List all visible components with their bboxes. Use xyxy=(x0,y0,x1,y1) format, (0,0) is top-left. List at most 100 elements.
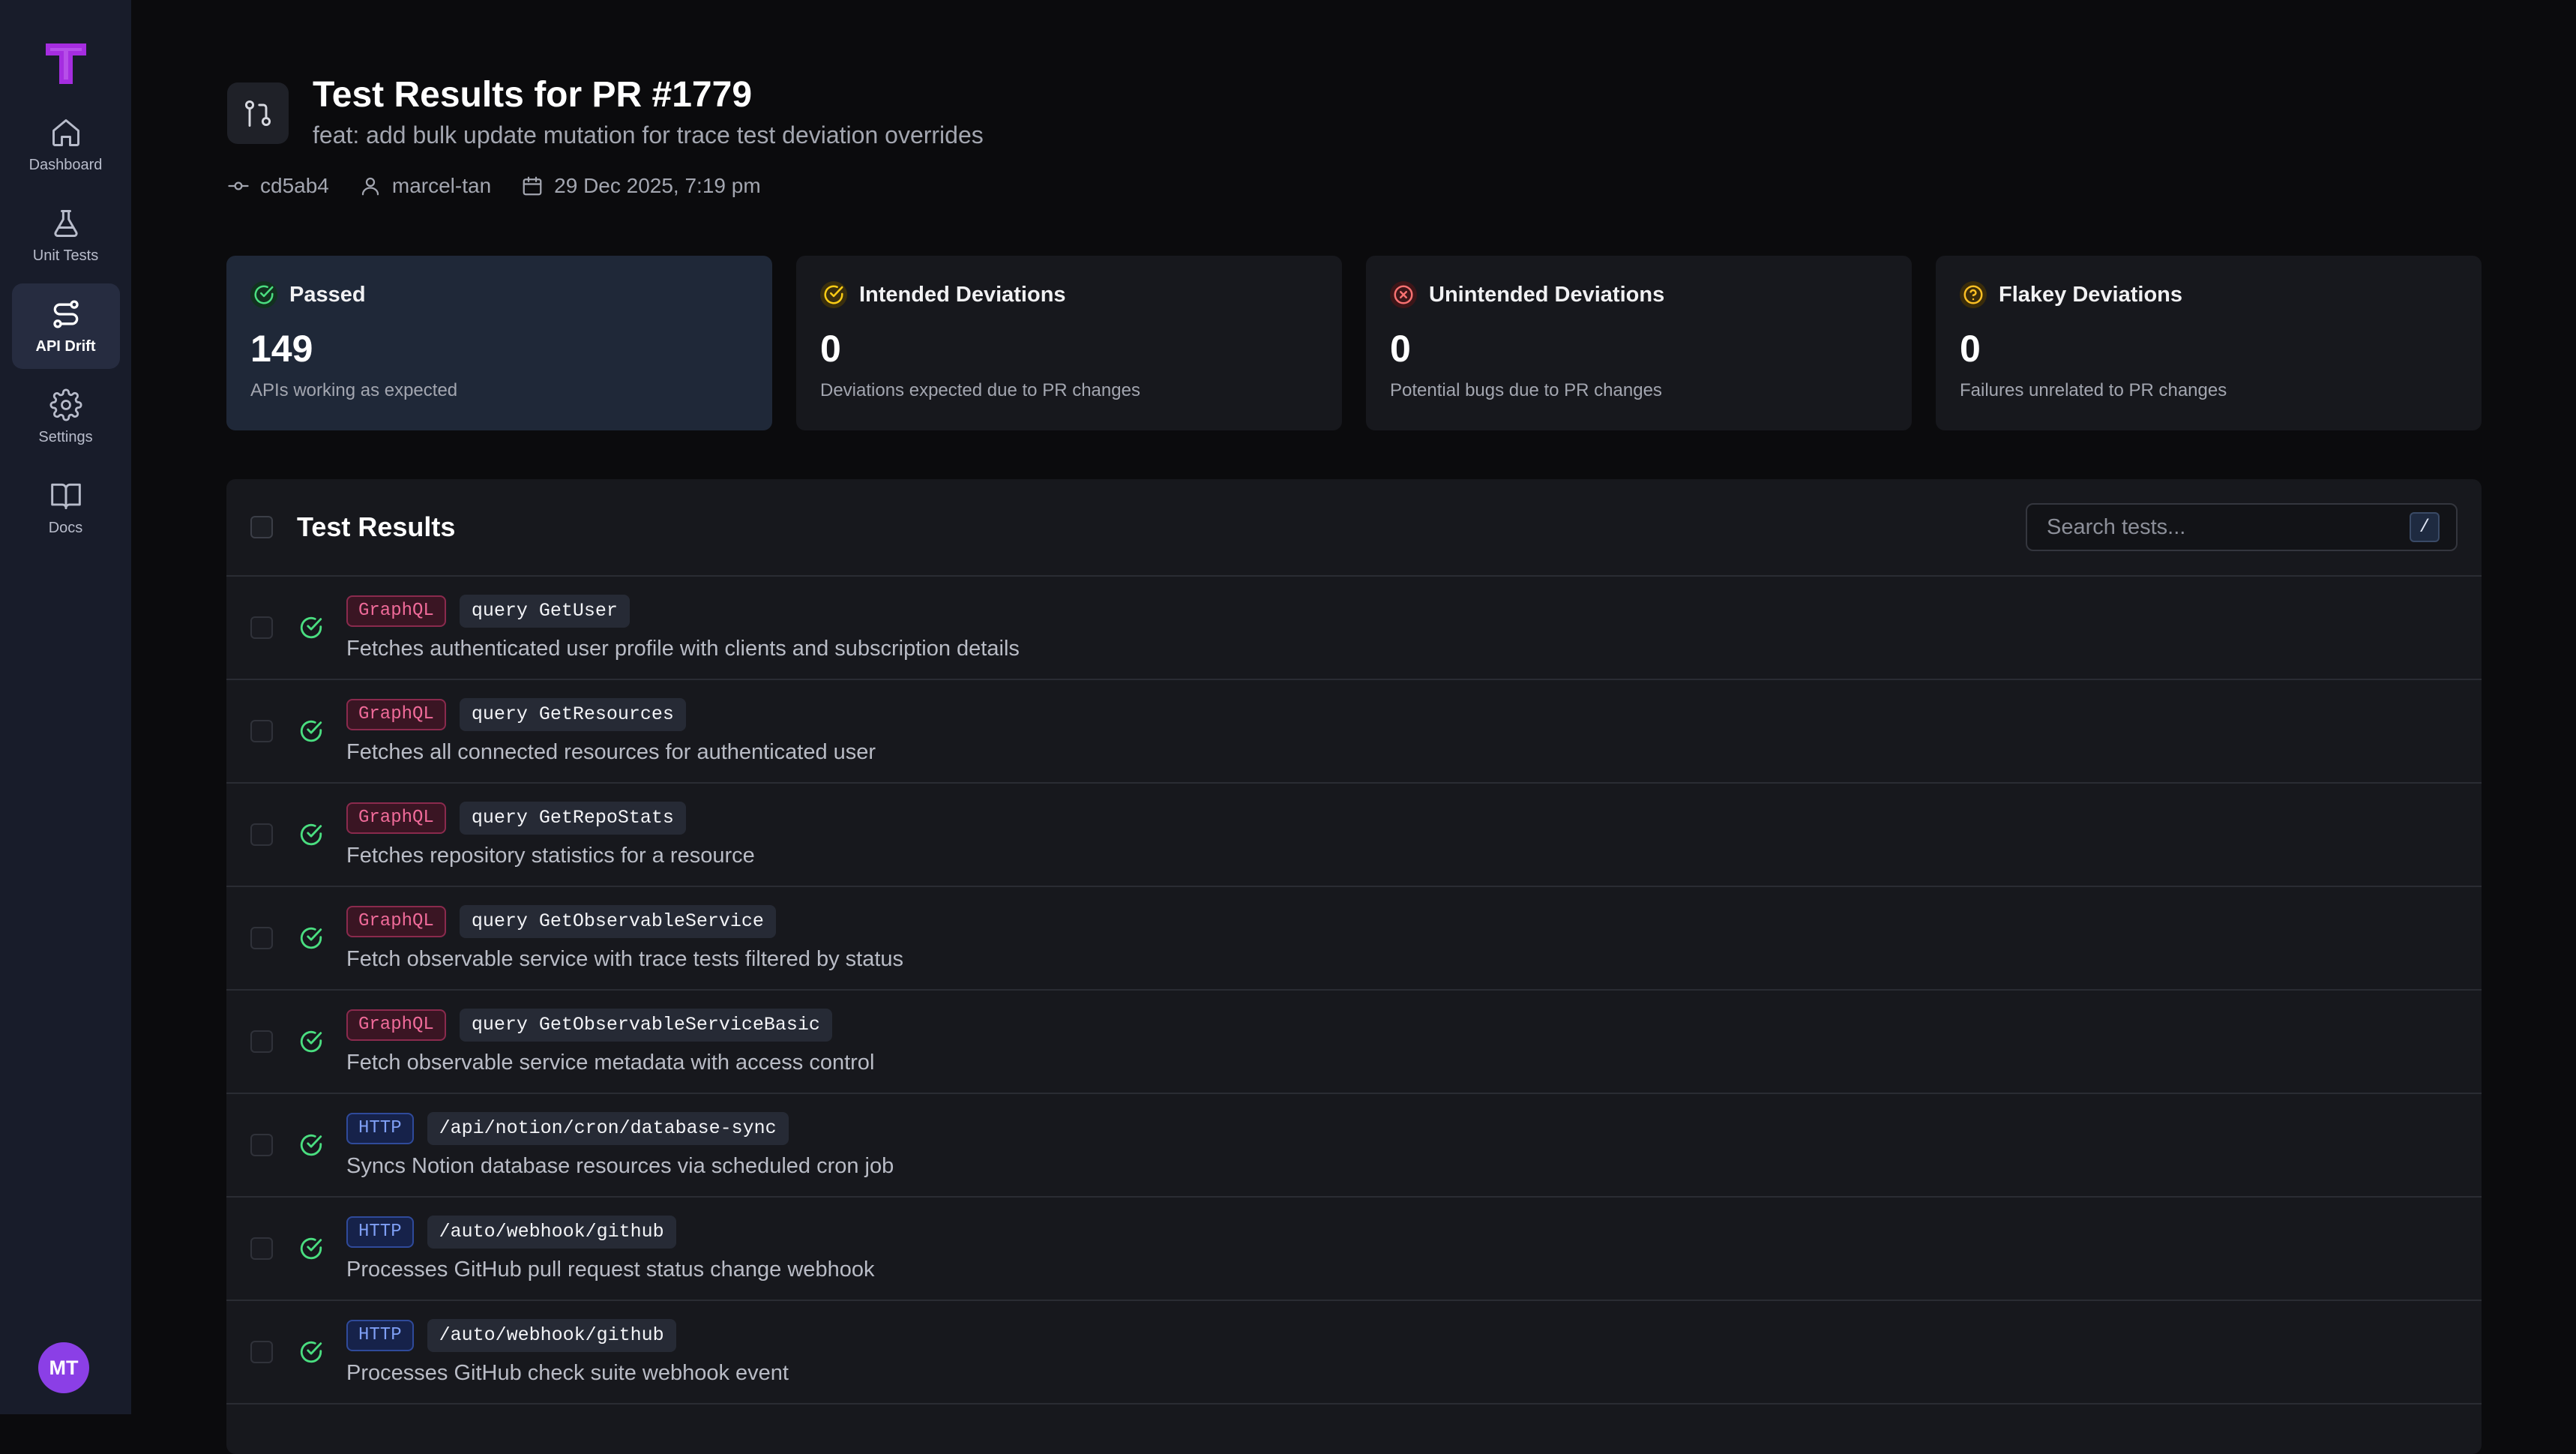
sidebar-item-label: Unit Tests xyxy=(32,247,99,264)
table-row[interactable]: GraphQL query GetRepoStats Fetches reposit… xyxy=(226,784,2482,887)
commit-hash: cd5ab4 xyxy=(260,174,329,197)
operation-badge: query GetUser xyxy=(459,594,630,628)
row-checkbox[interactable] xyxy=(250,616,273,639)
search-input[interactable] xyxy=(2045,514,2410,541)
stat-value: 0 xyxy=(1390,328,1411,370)
row-tags: HTTP/api/notion/cron/database-sync xyxy=(346,1111,894,1145)
row-tags: GraphQL query GetRepoStats xyxy=(346,801,755,835)
row-body: GraphQL query GetObservableService Fetch o… xyxy=(346,904,903,972)
page-header: Test Results for PR #1779 feat: add bulk… xyxy=(227,72,984,149)
row-checkbox[interactable] xyxy=(250,1134,273,1156)
title-block: Test Results for PR #1779 feat: add bulk… xyxy=(313,72,984,149)
home-icon xyxy=(52,118,79,146)
table-row[interactable]: GraphQL query GetObservableService Fetch o… xyxy=(226,887,2482,991)
row-tags: HTTP/auto/webhook/github xyxy=(346,1318,789,1352)
search-shortcut-key: / xyxy=(2410,512,2440,542)
commit-meta: cd5ab4 xyxy=(227,174,329,198)
stat-title: Flakey Deviations xyxy=(1999,282,2182,307)
stat-title: Passed xyxy=(289,282,366,307)
row-description: Fetches all connected resources for auth… xyxy=(346,739,876,764)
table-row[interactable]: GraphQL query GetResources Fetches all con… xyxy=(226,680,2482,784)
check-circle-icon xyxy=(300,823,322,846)
row-checkbox[interactable] xyxy=(250,1030,273,1053)
row-body: GraphQL query GetUser Fetches authenticate… xyxy=(346,594,1020,661)
sidebar-item-docs[interactable]: Docs xyxy=(12,465,120,550)
stat-value: 0 xyxy=(1960,328,1981,370)
pull-request-icon-box xyxy=(227,82,289,144)
stat-title: Intended Deviations xyxy=(859,282,1066,307)
check-circle-icon xyxy=(300,616,322,639)
row-checkbox[interactable] xyxy=(250,720,273,742)
main-content: Test Results for PR #1779 feat: add bulk… xyxy=(131,0,2576,1454)
protocol-badge: GraphQL xyxy=(346,595,446,627)
pr-meta: cd5ab4 marcel-tan 29 Dec 2025, 7:19 pm xyxy=(227,174,761,198)
stat-header: Flakey Deviations xyxy=(1960,281,2458,308)
sidebar-item-dashboard[interactable]: Dashboard xyxy=(12,102,120,187)
table-row[interactable]: GraphQL query GetUser Fetches authenticate… xyxy=(226,577,2482,680)
stat-value: 0 xyxy=(820,328,841,370)
stat-header: Passed xyxy=(250,281,748,308)
search-box[interactable]: / xyxy=(2026,503,2458,551)
sidebar-item-label: API Drift xyxy=(35,337,96,355)
row-checkbox[interactable] xyxy=(250,1341,273,1363)
stat-description: Deviations expected due to PR changes xyxy=(820,380,1140,400)
page-title: Test Results for PR #1779 xyxy=(313,75,753,115)
results-list: GraphQL query GetUser Fetches authenticate… xyxy=(226,577,2482,1405)
operation-badge: /auto/webhook/github xyxy=(427,1215,676,1249)
route-icon xyxy=(52,299,79,328)
page-subtitle: feat: add bulk update mutation for trace… xyxy=(313,121,984,148)
check-circle-icon xyxy=(300,927,322,949)
operation-badge: query GetObservableService xyxy=(459,904,776,938)
table-row[interactable]: GraphQL query GetObservableServiceBasic Fe… xyxy=(226,991,2482,1094)
avatar[interactable]: MT xyxy=(38,1342,89,1393)
operation-badge: /api/notion/cron/database-sync xyxy=(427,1111,789,1145)
stats-row: Passed 149 APIs working as expected Inte… xyxy=(226,256,2482,430)
check-circle-icon xyxy=(250,281,277,308)
operation-badge: /auto/webhook/github xyxy=(427,1318,676,1352)
row-description: Fetch observable service metadata with a… xyxy=(346,1050,875,1075)
commit-icon xyxy=(228,181,249,190)
sidebar-item-settings[interactable]: Settings xyxy=(12,374,120,460)
stat-card-intended-deviations[interactable]: Intended Deviations 0 Deviations expecte… xyxy=(796,256,1342,430)
stat-header: Unintended Deviations xyxy=(1390,281,1888,308)
sidebar-item-api-drift[interactable]: API Drift xyxy=(11,283,120,369)
row-checkbox[interactable] xyxy=(250,1237,273,1260)
row-checkbox[interactable] xyxy=(250,823,273,846)
sidebar-item-label: Dashboard xyxy=(28,156,103,173)
stat-header: Intended Deviations xyxy=(820,281,1318,308)
table-row[interactable]: HTTP/auto/webhook/github Processes GitHub… xyxy=(226,1301,2482,1405)
stat-card-unintended-deviations[interactable]: Unintended Deviations 0 Potential bugs d… xyxy=(1366,256,1912,430)
stat-description: Potential bugs due to PR changes xyxy=(1390,380,1662,400)
row-body: HTTP/auto/webhook/github Processes GitHub… xyxy=(346,1318,789,1386)
author-meta: marcel-tan xyxy=(359,174,491,198)
protocol-badge: GraphQL xyxy=(346,802,446,834)
protocol-badge: GraphQL xyxy=(346,905,446,937)
book-icon xyxy=(50,483,81,509)
check-circle-icon xyxy=(300,1237,322,1260)
row-body: HTTP/auto/webhook/github Processes GitHub… xyxy=(346,1215,874,1282)
protocol-badge: HTTP xyxy=(346,1112,414,1144)
protocol-badge: GraphQL xyxy=(346,1009,446,1041)
results-title: Test Results xyxy=(297,511,456,542)
stat-card-flakey-deviations[interactable]: Flakey Deviations 0 Failures unrelated t… xyxy=(1936,256,2482,430)
operation-badge: query GetRepoStats xyxy=(459,801,686,835)
row-description: Syncs Notion database resources via sche… xyxy=(346,1153,894,1178)
stat-card-passed[interactable]: Passed 149 APIs working as expected xyxy=(226,256,772,430)
row-description: Processes GitHub check suite webhook eve… xyxy=(346,1360,789,1385)
check-circle-icon xyxy=(820,281,847,308)
calendar-icon xyxy=(523,176,542,196)
row-tags: GraphQL query GetResources xyxy=(346,697,876,731)
sidebar-item-unit-tests[interactable]: Unit Tests xyxy=(12,193,120,278)
row-description: Fetches repository statistics for a reso… xyxy=(346,843,755,868)
test-results-panel: Test Results / GraphQL query GetUser Fetch… xyxy=(226,479,2482,1454)
select-all-checkbox[interactable] xyxy=(250,516,273,538)
row-body: HTTP/api/notion/cron/database-sync Syncs … xyxy=(346,1111,894,1179)
check-circle-icon xyxy=(300,1134,322,1156)
row-checkbox[interactable] xyxy=(250,927,273,949)
author-name: marcel-tan xyxy=(391,174,492,197)
table-row[interactable]: HTTP/auto/webhook/github Processes GitHub… xyxy=(226,1198,2482,1301)
pull-request-icon xyxy=(244,100,271,127)
row-body: GraphQL query GetObservableServiceBasic Fe… xyxy=(346,1008,875,1075)
table-row[interactable]: HTTP/api/notion/cron/database-sync Syncs … xyxy=(226,1094,2482,1198)
brand-logo[interactable] xyxy=(43,40,89,87)
